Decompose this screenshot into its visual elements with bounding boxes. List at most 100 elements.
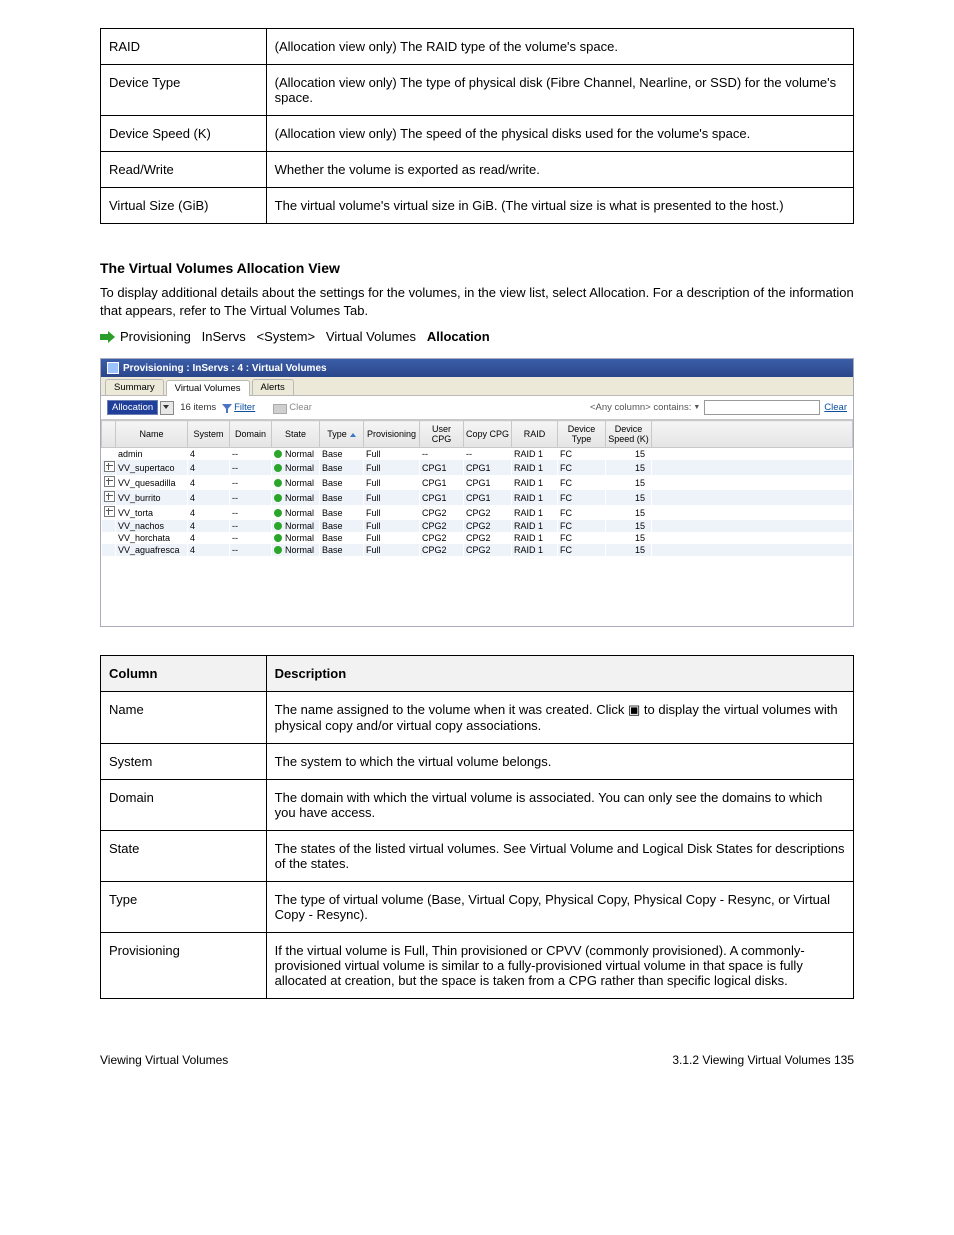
col-header[interactable]: Type [320, 421, 364, 448]
cell-system: 4 [188, 505, 230, 520]
cell-device-type: FC [558, 505, 606, 520]
cell-domain: -- [230, 490, 272, 505]
filter-link[interactable]: Filter [234, 402, 255, 413]
spec-row: Virtual Size (GiB)The virtual volume's v… [101, 188, 854, 224]
table-row[interactable]: VV_quesadilla4--NormalBaseFullCPG1CPG1RA… [102, 475, 853, 490]
cell-copy-cpg: CPG1 [464, 490, 512, 505]
tab-strip: SummaryVirtual VolumesAlerts [101, 377, 853, 396]
col-expand [102, 421, 116, 448]
cell-state: Normal [272, 505, 320, 520]
view-selector[interactable]: Allocation [107, 400, 158, 415]
view-selector-value: Allocation [112, 402, 153, 413]
cell-raid: RAID 1 [512, 544, 558, 556]
cell-raid: RAID 1 [512, 520, 558, 532]
table-row[interactable]: VV_supertaco4--NormalBaseFullCPG1CPG1RAI… [102, 460, 853, 475]
cell-domain: -- [230, 520, 272, 532]
col-fill [652, 421, 853, 448]
view-selector-dropdown-button[interactable] [160, 401, 174, 415]
tab-virtual-volumes[interactable]: Virtual Volumes [166, 380, 250, 396]
cell-device-speed: 15 [606, 544, 652, 556]
cell-fill [652, 490, 853, 505]
section-paragraph: To display additional details about the … [100, 284, 854, 319]
cell-user-cpg: -- [420, 448, 464, 461]
cell-user-cpg: CPG2 [420, 544, 464, 556]
spec-label: Type [101, 882, 267, 933]
cell-name: VV_quesadilla [116, 475, 188, 490]
cell-device-speed: 15 [606, 520, 652, 532]
expand-icon[interactable] [104, 461, 115, 472]
cell-device-speed: 15 [606, 505, 652, 520]
clear-icon [273, 404, 287, 414]
cell-type: Base [320, 532, 364, 544]
status-normal-icon [274, 464, 282, 472]
expand-cell[interactable] [102, 505, 116, 520]
col-header[interactable]: Name [116, 421, 188, 448]
spec-desc: The type of virtual volume (Base, Virtua… [266, 882, 853, 933]
expand-cell [102, 532, 116, 544]
spec-row: SystemThe system to which the virtual vo… [101, 744, 854, 780]
status-normal-icon [274, 546, 282, 554]
tab-alerts[interactable]: Alerts [252, 379, 294, 395]
item-count: 16 items [180, 402, 216, 413]
col-header[interactable]: Device Type [558, 421, 606, 448]
cell-state: Normal [272, 532, 320, 544]
col-header[interactable]: RAID [512, 421, 558, 448]
expand-icon[interactable] [104, 491, 115, 502]
col-header[interactable]: Provisioning [364, 421, 420, 448]
col-header[interactable]: Domain [230, 421, 272, 448]
cell-user-cpg: CPG1 [420, 490, 464, 505]
search-clear-link[interactable]: Clear [824, 402, 847, 413]
col-header[interactable]: Copy CPG [464, 421, 512, 448]
expand-cell[interactable] [102, 475, 116, 490]
spec-label: Read/Write [101, 152, 267, 188]
cell-name: admin [116, 448, 188, 461]
cell-device-speed: 15 [606, 532, 652, 544]
status-normal-icon [274, 522, 282, 530]
spec-desc: If the virtual volume is Full, Thin prov… [266, 933, 853, 999]
col-header[interactable]: User CPG [420, 421, 464, 448]
status-normal-icon [274, 479, 282, 487]
col-header[interactable]: System [188, 421, 230, 448]
expand-cell[interactable] [102, 490, 116, 505]
cell-fill [652, 475, 853, 490]
expand-cell[interactable] [102, 460, 116, 475]
cell-device-type: FC [558, 532, 606, 544]
cell-type: Base [320, 505, 364, 520]
spec-desc: (Allocation view only) The speed of the … [266, 116, 853, 152]
page-footer: Viewing Virtual Volumes 3.1.2 Viewing Vi… [100, 1053, 854, 1067]
spec-row: ProvisioningIf the virtual volume is Ful… [101, 933, 854, 999]
cell-copy-cpg: CPG2 [464, 544, 512, 556]
section-heading: The Virtual Volumes Allocation View [100, 260, 854, 276]
search-input[interactable] [704, 400, 820, 415]
cell-domain: -- [230, 505, 272, 520]
toolbar: Allocation 16 items Filter Clear <Any co… [101, 396, 853, 420]
search-scope-dropdown[interactable]: <Any column> contains:▼ [590, 402, 700, 413]
col-header[interactable]: State [272, 421, 320, 448]
cell-fill [652, 448, 853, 461]
table-row[interactable]: VV_torta4--NormalBaseFullCPG2CPG2RAID 1F… [102, 505, 853, 520]
status-normal-icon [274, 450, 282, 458]
tab-summary[interactable]: Summary [105, 379, 164, 395]
table-row[interactable]: VV_horchata4--NormalBaseFullCPG2CPG2RAID… [102, 532, 853, 544]
cell-state: Normal [272, 460, 320, 475]
cell-system: 4 [188, 460, 230, 475]
grid-header-row[interactable]: NameSystemDomainStateTypeProvisioningUse… [102, 421, 853, 448]
cell-provisioning: Full [364, 544, 420, 556]
filter-icon [222, 404, 232, 414]
table-row[interactable]: admin4--NormalBaseFull----RAID 1FC15 [102, 448, 853, 461]
expand-icon[interactable] [104, 506, 115, 517]
expand-icon[interactable] [104, 476, 115, 487]
table-row[interactable]: VV_burrito4--NormalBaseFullCPG1CPG1RAID … [102, 490, 853, 505]
cell-system: 4 [188, 475, 230, 490]
cell-raid: RAID 1 [512, 448, 558, 461]
cell-type: Base [320, 544, 364, 556]
expand-cell [102, 448, 116, 461]
col-header[interactable]: Device Speed (K) [606, 421, 652, 448]
volumes-grid[interactable]: NameSystemDomainStateTypeProvisioningUse… [101, 420, 853, 556]
cell-provisioning: Full [364, 460, 420, 475]
table-row[interactable]: VV_nachos4--NormalBaseFullCPG2CPG2RAID 1… [102, 520, 853, 532]
cell-copy-cpg: CPG2 [464, 532, 512, 544]
table-row[interactable]: VV_aguafresca4--NormalBaseFullCPG2CPG2RA… [102, 544, 853, 556]
cell-provisioning: Full [364, 532, 420, 544]
cell-device-speed: 15 [606, 490, 652, 505]
